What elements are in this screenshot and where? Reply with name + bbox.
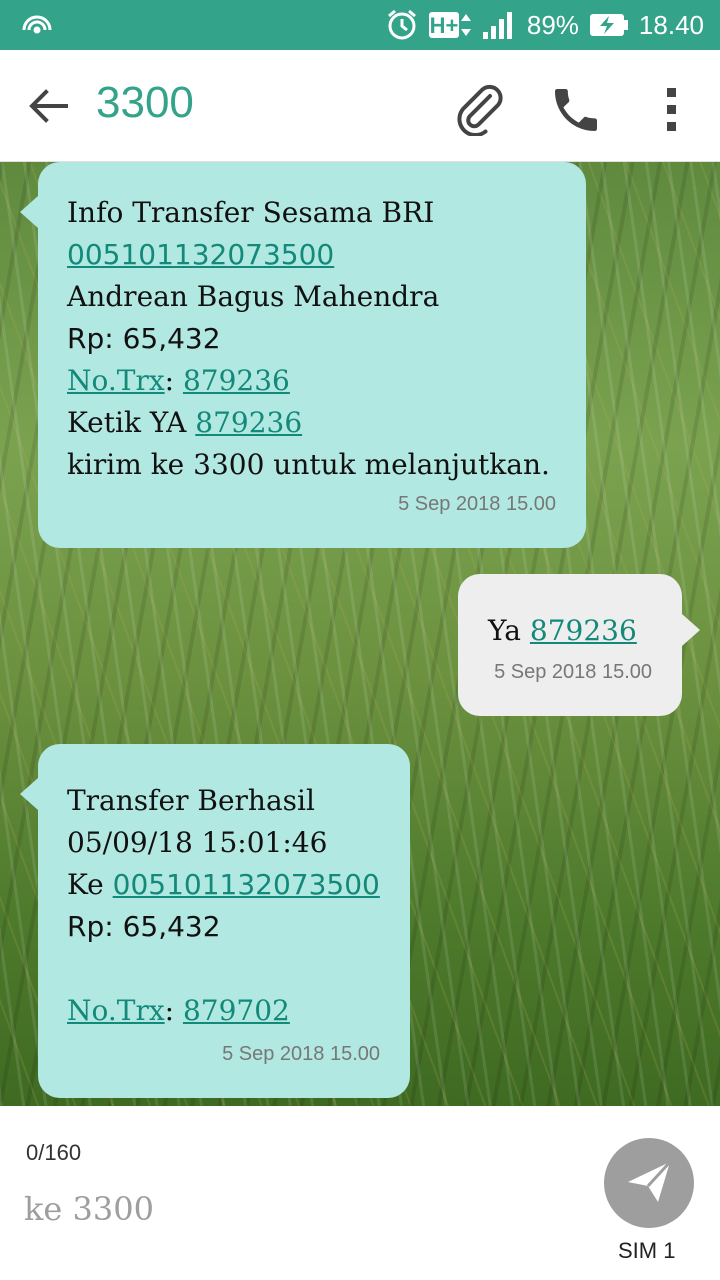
message-input[interactable]: [24, 1184, 564, 1234]
message-timestamp: 5 Sep 2018 15.00: [398, 493, 556, 515]
battery-percent: 89%: [526, 9, 579, 40]
trx-number-link[interactable]: 879236: [530, 614, 637, 647]
message-text: Ketik YA: [67, 406, 196, 439]
message-composer: 0/160 SIM 1: [0, 1106, 720, 1280]
message-bubble-incoming[interactable]: Transfer Berhasil 05/09/18 15:01:46 Ke 0…: [20, 744, 410, 1098]
message-line: Info Transfer Sesama BRI: [67, 196, 435, 229]
trx-label-link[interactable]: No.Trx: [67, 364, 165, 397]
more-vert-icon[interactable]: [650, 82, 694, 138]
phone-icon[interactable]: [548, 82, 604, 138]
message-line: Rp: 65,432: [67, 322, 221, 355]
send-button[interactable]: [604, 1138, 694, 1228]
alarm-icon: [385, 8, 419, 42]
message-text: Ke: [67, 868, 113, 901]
trx-number-link[interactable]: 879702: [183, 994, 290, 1027]
message-line: 05/09/18 15:01:46: [67, 826, 328, 859]
message-line: kirim ke 3300 untuk melanjutkan.: [67, 448, 550, 481]
account-number-link[interactable]: 005101132073500: [113, 868, 380, 901]
network-h-plus-icon: H+: [428, 10, 473, 40]
clock: 18.40: [638, 9, 704, 40]
battery-charging-icon: [589, 12, 629, 38]
separator: :: [164, 994, 183, 1027]
status-bar: H+ 89% 18.40: [0, 0, 720, 50]
message-text: Ya: [488, 614, 530, 647]
message-bubble-outgoing[interactable]: Ya 879236 5 Sep 2018 15.00: [458, 574, 700, 716]
message-timestamp: 5 Sep 2018 15.00: [222, 1043, 380, 1065]
back-arrow-icon[interactable]: [22, 80, 74, 132]
sim-label: SIM 1: [618, 1238, 676, 1263]
message-line: Andrean Bagus Mahendra: [67, 280, 440, 313]
message-bubble-incoming[interactable]: Info Transfer Sesama BRI 005101132073500…: [20, 162, 586, 548]
signal-broadcast-icon: [22, 12, 52, 38]
cell-signal-icon: [482, 10, 517, 40]
trx-label-link[interactable]: No.Trx: [67, 994, 165, 1027]
svg-text:H+: H+: [430, 13, 459, 38]
character-counter: 0/160: [26, 1140, 82, 1165]
account-number-link[interactable]: 005101132073500: [67, 238, 334, 271]
conversation-title: 3300: [96, 78, 194, 127]
message-line: Rp: 65,432: [67, 910, 221, 943]
app-bar: 3300: [0, 50, 720, 162]
conversation-thread[interactable]: Info Transfer Sesama BRI 005101132073500…: [0, 162, 720, 1106]
message-line: Transfer Berhasil: [67, 784, 315, 817]
trx-number-link[interactable]: 879236: [195, 406, 302, 439]
separator: :: [164, 364, 183, 397]
paperclip-icon[interactable]: [452, 80, 508, 137]
send-icon: [624, 1156, 674, 1210]
trx-number-link[interactable]: 879236: [183, 364, 290, 397]
message-timestamp: 5 Sep 2018 15.00: [494, 661, 652, 683]
